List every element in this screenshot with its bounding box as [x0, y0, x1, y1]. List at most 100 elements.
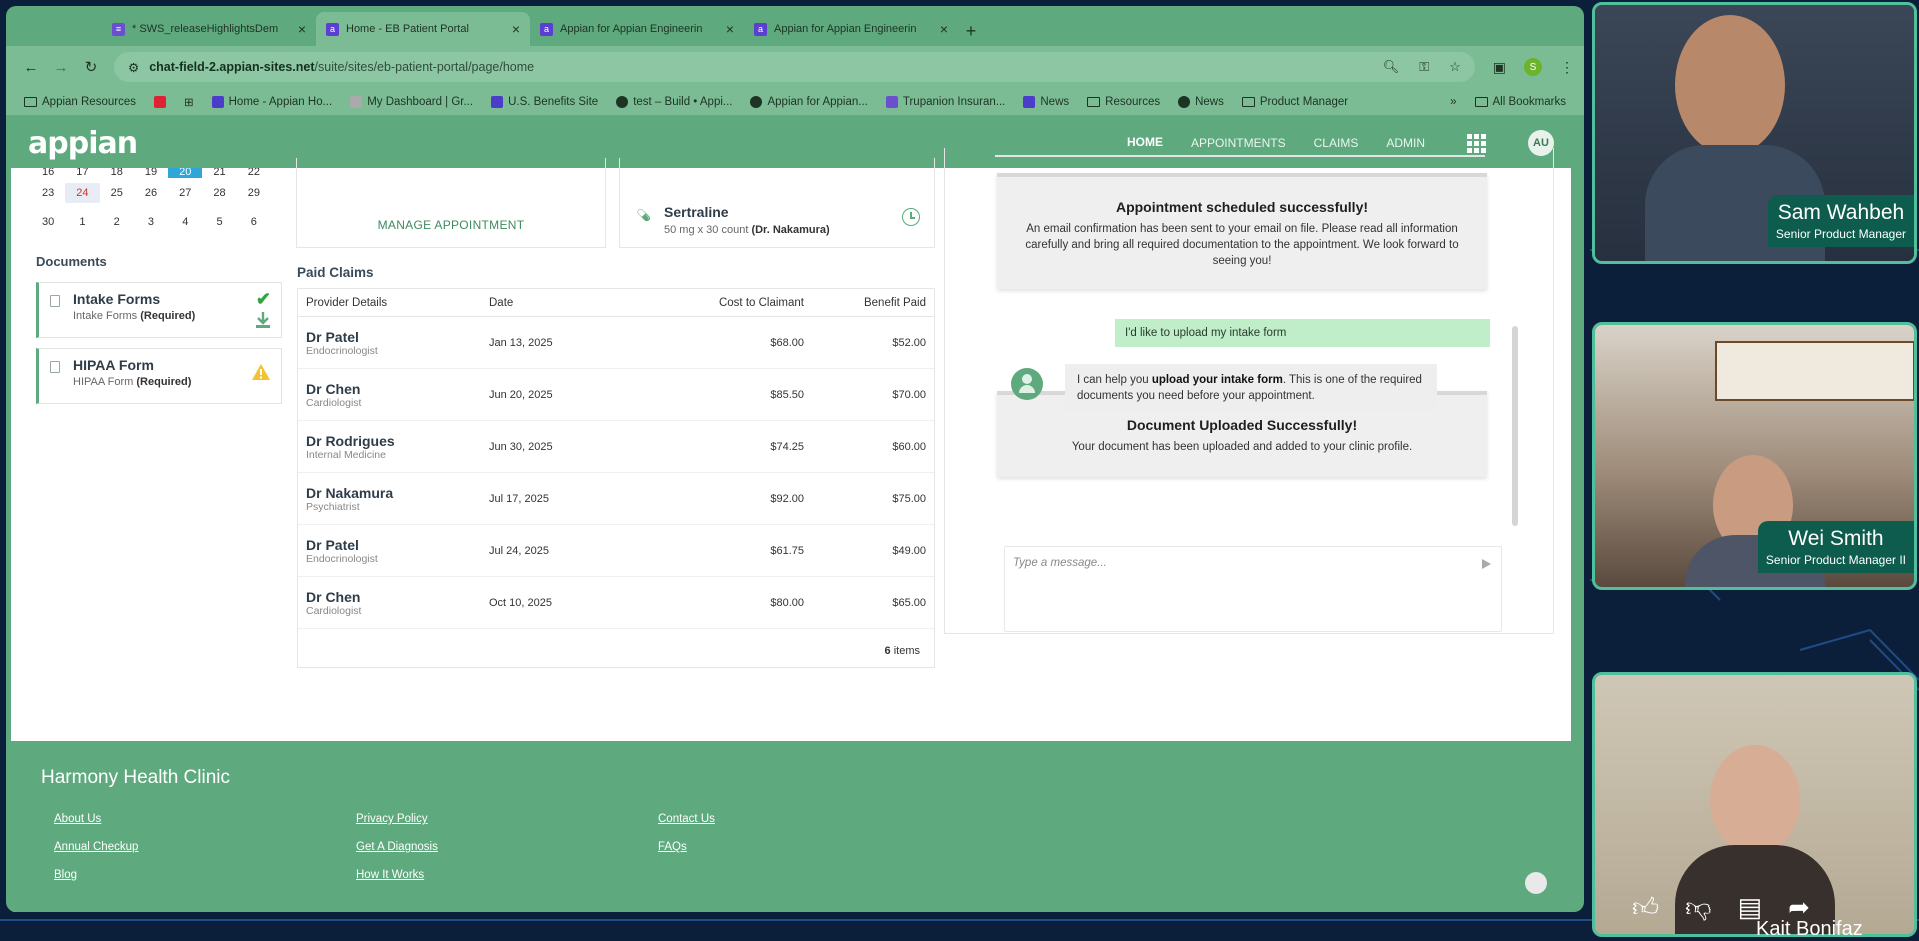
- calendar-day[interactable]: 26: [134, 187, 168, 199]
- provider-specialty: Cardiologist: [306, 604, 362, 617]
- cast-icon[interactable]: ▣: [1493, 59, 1506, 76]
- send-icon[interactable]: [1482, 559, 1491, 569]
- calendar-day[interactable]: 27: [168, 187, 202, 199]
- calendar-week: 30 1 2 3 4 5 6: [31, 207, 271, 236]
- calendar-day[interactable]: 29: [237, 187, 271, 199]
- reload-icon[interactable]: ↻: [76, 52, 106, 82]
- appian-icon: a: [540, 22, 553, 36]
- bookmark-item[interactable]: Trupanion Insuran...: [885, 95, 1005, 108]
- footer-link-how-it-works[interactable]: How It Works: [356, 869, 658, 881]
- calendar-day-selected[interactable]: 20: [168, 168, 203, 178]
- clock-icon[interactable]: [902, 208, 920, 226]
- new-tab-button[interactable]: +: [958, 16, 984, 46]
- pill-icon: 💊︎: [636, 208, 652, 222]
- back-icon[interactable]: ←: [16, 52, 46, 82]
- download-icon[interactable]: [255, 311, 271, 329]
- calendar-day[interactable]: 17: [65, 168, 99, 178]
- bookmark-item[interactable]: Product Manager: [1241, 96, 1348, 108]
- footer-link-privacy-policy[interactable]: Privacy Policy: [356, 813, 658, 825]
- calendar-day[interactable]: 3: [134, 216, 168, 228]
- close-icon[interactable]: ×: [940, 21, 948, 37]
- message-input[interactable]: Type a message...: [1004, 546, 1502, 632]
- bookmark-item[interactable]: News: [1178, 95, 1224, 108]
- chat-scrollbar[interactable]: [1512, 326, 1518, 526]
- folder-icon: [1241, 96, 1255, 107]
- forward-icon[interactable]: →: [46, 52, 76, 82]
- tab-appian-engineering-1[interactable]: a Appian for Appian Engineerin ×: [530, 12, 744, 46]
- footer-link-get-a-diagnosis[interactable]: Get A Diagnosis: [356, 841, 658, 853]
- bookmark-item[interactable]: Appian Resources: [24, 96, 136, 108]
- video-tile-wei: Wei Smith Senior Product Manager II: [1592, 322, 1917, 590]
- bookmarks-bar: Appian Resources ⊞ Home - Appian Ho... M…: [6, 88, 1584, 116]
- bookmark-item[interactable]: Appian for Appian...: [750, 95, 868, 108]
- calendar-day[interactable]: 18: [100, 168, 134, 178]
- calendar-day[interactable]: 25: [100, 187, 134, 199]
- provider-specialty: Psychiatrist: [306, 500, 360, 513]
- calendar-day[interactable]: 2: [100, 216, 134, 228]
- more-bookmarks-button[interactable]: »: [1450, 96, 1456, 108]
- tab-appian-engineering-2[interactable]: a Appian for Appian Engineerin ×: [744, 12, 958, 46]
- bookmark-star-icon[interactable]: ☆: [1449, 59, 1461, 75]
- menu-kebab-icon[interactable]: ⋮: [1560, 59, 1574, 76]
- tab-patient-portal[interactable]: a Home - EB Patient Portal ×: [316, 12, 530, 46]
- footer-link-faqs[interactable]: FAQs: [658, 841, 960, 853]
- date-cell: Jul 17, 2025: [489, 492, 549, 505]
- manage-appointment-link[interactable]: MANAGE APPOINTMENT: [297, 218, 605, 232]
- close-icon[interactable]: ×: [298, 21, 306, 37]
- document-type: HIPAA Form: [73, 376, 134, 388]
- calendar-day[interactable]: 30: [31, 216, 65, 228]
- tab-title: Appian for Appian Engineerin: [774, 23, 917, 35]
- calendar-day[interactable]: 16: [31, 168, 65, 178]
- footer-link-annual-checkup[interactable]: Annual Checkup: [54, 841, 356, 853]
- all-bookmarks[interactable]: All Bookmarks: [1474, 96, 1566, 108]
- document-card-intake[interactable]: Intake Forms Intake Forms (Required) ✔: [36, 282, 282, 338]
- tab-title: Home - EB Patient Portal: [346, 23, 469, 35]
- thumbs-down-icon[interactable]: 👎︎: [1685, 892, 1711, 923]
- bookmark-label: test – Build • Appi...: [633, 95, 733, 108]
- document-card-hipaa[interactable]: HIPAA Form HIPAA Form (Required): [36, 348, 282, 404]
- benefit-cell: $65.00: [892, 596, 926, 609]
- tab-title: Appian for Appian Engineerin: [560, 23, 703, 35]
- footer-link-blog[interactable]: Blog: [54, 869, 356, 881]
- column-header[interactable]: Date: [489, 297, 639, 309]
- calendar-day[interactable]: 4: [168, 216, 202, 228]
- calendar-day-today[interactable]: 24: [65, 182, 100, 203]
- column-header[interactable]: Cost to Claimant: [639, 297, 804, 309]
- bookmark-item[interactable]: test – Build • Appi...: [616, 95, 733, 108]
- close-icon[interactable]: ×: [512, 21, 520, 37]
- bookmark-item[interactable]: News: [1023, 95, 1069, 108]
- column-header[interactable]: Provider Details: [306, 297, 489, 309]
- bookmark-item[interactable]: My Dashboard | Gr...: [350, 95, 473, 108]
- site-info-icon[interactable]: ⚙: [128, 60, 139, 75]
- apps-grid-bookmark[interactable]: ⊞: [184, 95, 194, 109]
- tab-sws-release[interactable]: ≡ * SWS_releaseHighlightsDem ×: [102, 12, 316, 46]
- footer-link-contact-us[interactable]: Contact Us: [658, 813, 960, 825]
- bookmark-item[interactable]: Home - Appian Ho...: [211, 95, 333, 108]
- zoom-icon[interactable]: 🔍︎: [1383, 59, 1400, 75]
- thumbs-up-icon[interactable]: 👍︎: [1632, 892, 1659, 923]
- calendar-day[interactable]: 5: [202, 216, 236, 228]
- calendar-day[interactable]: 1: [65, 216, 99, 228]
- footer-link-about-us[interactable]: About Us: [54, 813, 356, 825]
- column-header[interactable]: Benefit Paid: [804, 297, 926, 309]
- calendar-day[interactable]: 21: [202, 168, 236, 178]
- tab-title: * SWS_releaseHighlightsDem: [132, 23, 279, 35]
- calendar-day[interactable]: 19: [134, 168, 168, 178]
- calendar-day[interactable]: 28: [202, 187, 236, 199]
- bookmark-item[interactable]: Resources: [1087, 96, 1160, 108]
- upload-text: Your document has been uploaded and adde…: [1071, 441, 1413, 453]
- address-bar[interactable]: ⚙ chat-field-2.appian-sites.net/suite/si…: [114, 52, 1475, 82]
- bookmark-item[interactable]: U.S. Benefits Site: [491, 95, 598, 108]
- calendar-day[interactable]: 23: [31, 187, 65, 199]
- calendar-day[interactable]: 6: [237, 216, 271, 228]
- calendar-day[interactable]: 22: [237, 168, 271, 178]
- required-label: (Required): [136, 376, 192, 388]
- close-icon[interactable]: ×: [726, 21, 734, 37]
- profile-avatar[interactable]: S: [1524, 58, 1542, 76]
- bookmark-label: Home - Appian Ho...: [228, 95, 333, 108]
- appian-logo[interactable]: appian: [28, 126, 138, 161]
- bookmark-item[interactable]: [153, 95, 166, 108]
- password-key-icon[interactable]: ⚿: [1419, 59, 1429, 75]
- chat-launcher-icon[interactable]: [1525, 872, 1547, 894]
- medication-name: Sertraline: [664, 204, 729, 220]
